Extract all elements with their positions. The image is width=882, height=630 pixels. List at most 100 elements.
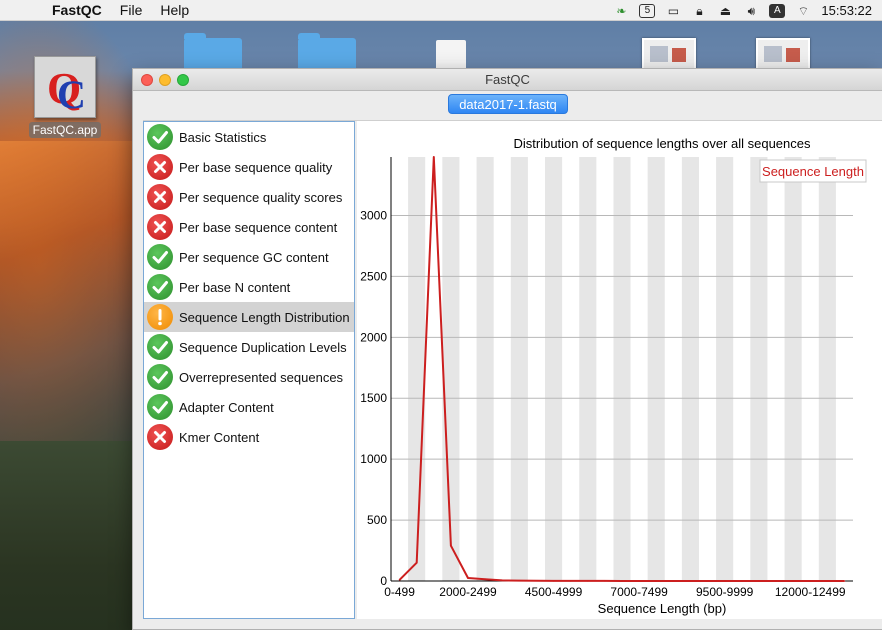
chart-svg: 0500100015002000250030000-499 2000-2499 45… (360, 136, 867, 616)
x-axis-label: Sequence Length (bp) (598, 601, 727, 616)
module-item[interactable]: Kmer Content (144, 422, 354, 452)
check-icon (147, 124, 173, 150)
legend-label: Sequence Length (762, 164, 864, 179)
menu-app-name[interactable]: FastQC (52, 2, 102, 18)
file-tab-bar: data2017-1.fastq (133, 92, 882, 118)
grid-band (545, 157, 563, 581)
cross-icon (147, 424, 173, 450)
data-point (655, 580, 658, 582)
data-point (621, 580, 623, 582)
module-item[interactable]: Per base N content (144, 272, 354, 302)
data-point (672, 580, 675, 582)
check-icon (147, 274, 173, 300)
data-point (689, 580, 692, 582)
grid-band (716, 157, 734, 581)
cross-icon (147, 154, 173, 180)
window-title: FastQC (485, 72, 530, 87)
data-point (638, 580, 640, 582)
module-label: Sequence Duplication Levels (179, 339, 347, 355)
grid-band (408, 157, 426, 581)
desktop-folder-icon[interactable] (298, 33, 356, 68)
eject-icon[interactable]: ⏏ (717, 4, 733, 18)
check-icon (147, 364, 173, 390)
five-icon[interactable]: 5 (639, 3, 656, 18)
report-content: Basic Statistics Per base sequence qualit… (143, 120, 882, 625)
grid-band (647, 157, 665, 581)
module-item[interactable]: Sequence Duplication Levels (144, 332, 354, 362)
data-point (809, 580, 812, 582)
grid-band (750, 157, 768, 581)
x-tick-label: 9500-9999 (696, 585, 754, 599)
lock-icon[interactable]: 🔒︎ (691, 4, 707, 18)
module-label: Per base sequence quality (179, 159, 333, 175)
input-source-icon[interactable]: A (769, 3, 786, 18)
data-point (792, 580, 794, 582)
data-point (758, 580, 760, 582)
y-tick-label: 2500 (360, 269, 387, 283)
desktop-screenshot-icon[interactable] (756, 38, 810, 70)
close-window-button[interactable] (141, 74, 153, 86)
y-tick-label: 500 (367, 513, 387, 527)
data-point (501, 579, 504, 582)
data-point (586, 580, 589, 582)
module-item[interactable]: Per sequence GC content (144, 242, 354, 272)
wallpaper-trees (0, 441, 132, 630)
tab-file[interactable]: data2017-1.fastq (448, 94, 568, 114)
module-label: Kmer Content (179, 429, 260, 445)
data-point (775, 580, 777, 582)
y-tick-label: 2000 (360, 330, 387, 344)
fastqc-logo-icon: QC (34, 56, 96, 118)
desktop-screenshot-icon[interactable] (642, 38, 696, 70)
zoom-window-button[interactable] (177, 74, 189, 86)
airplay-icon[interactable]: ▭ (665, 4, 681, 18)
module-label: Adapter Content (179, 399, 274, 415)
grid-band (510, 157, 528, 581)
grid-band (613, 157, 631, 581)
data-point (723, 580, 726, 582)
module-label: Per base sequence content (179, 219, 338, 235)
clock[interactable]: 15:53:22 (821, 3, 872, 18)
data-point (843, 580, 846, 582)
data-point (415, 561, 418, 564)
warning-icon (147, 304, 173, 330)
grid-band (579, 157, 597, 581)
cross-icon (147, 214, 173, 240)
menu-help[interactable]: Help (160, 2, 189, 18)
data-point (740, 580, 743, 582)
menu-file[interactable]: File (120, 2, 143, 18)
grid-band (784, 157, 802, 581)
y-tick-label: 1500 (360, 391, 387, 405)
wifi-icon[interactable]: ⌔ (795, 4, 811, 18)
data-point (432, 156, 435, 158)
x-tick-label: 12000-12499 (775, 585, 846, 599)
check-icon (147, 394, 173, 420)
module-label: Basic Statistics (179, 129, 267, 145)
desktop-app-label: FastQC.app (28, 122, 102, 138)
data-point (826, 580, 829, 582)
menu-bar: FastQC File Help ❧ 5 ▭ 🔒︎ ⏏ 🔊︎ A ⌔ 15:53… (0, 0, 882, 21)
leaf-icon[interactable]: ❧ (613, 4, 629, 18)
module-label: Per sequence quality scores (179, 189, 343, 205)
module-item[interactable]: Adapter Content (144, 392, 354, 422)
desktop-document-icon[interactable] (436, 40, 466, 70)
module-label: Per sequence GC content (179, 249, 329, 265)
module-item[interactable]: Per base sequence content (144, 212, 354, 242)
volume-icon[interactable]: 🔊︎ (743, 4, 759, 18)
x-tick-label: 4500-4999 (525, 585, 583, 599)
module-item[interactable]: Per base sequence quality (144, 152, 354, 182)
desktop-folder-icon[interactable] (184, 33, 242, 68)
module-item[interactable]: Per sequence quality scores (144, 182, 354, 212)
y-tick-label: 3000 (360, 208, 387, 222)
module-item[interactable]: Sequence Length Distribution (144, 302, 354, 332)
desktop-app-icon-fastqc[interactable]: QC FastQC.app (28, 56, 102, 138)
minimize-window-button[interactable] (159, 74, 171, 86)
x-tick-label: 2000-2499 (439, 585, 497, 599)
data-point (552, 580, 555, 582)
grid-band (681, 157, 699, 581)
grid-band (442, 157, 460, 581)
window-titlebar[interactable]: FastQC (133, 69, 882, 91)
module-label: Overrepresented sequences (179, 369, 344, 385)
module-item[interactable]: Basic Statistics (144, 122, 354, 152)
data-point (450, 544, 452, 547)
module-item[interactable]: Overrepresented sequences (144, 362, 354, 392)
